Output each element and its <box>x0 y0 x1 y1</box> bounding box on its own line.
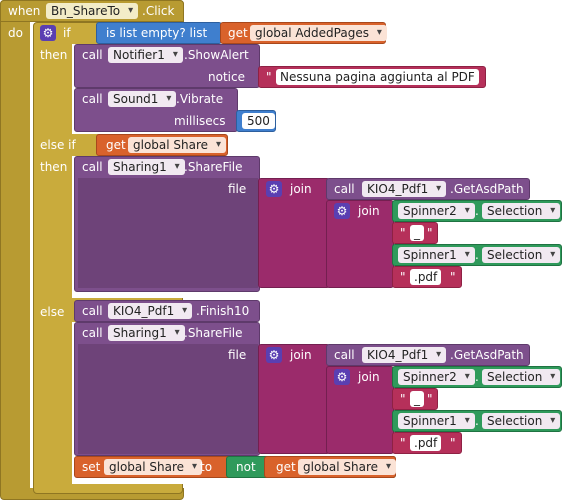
file-label: file <box>228 182 247 196</box>
selection-dropdown[interactable]: Selection <box>482 369 561 385</box>
ext-text[interactable]: .pdf <box>410 435 442 451</box>
call-label: call <box>82 326 103 340</box>
then-label-1: then <box>40 48 68 62</box>
join-label: join <box>290 182 312 196</box>
quote-open: " <box>400 436 406 450</box>
selection-dropdown[interactable]: Selection <box>482 203 561 219</box>
quote-close: " <box>450 436 456 450</box>
dot: . <box>475 248 479 262</box>
share-dropdown[interactable]: global Share <box>128 137 227 153</box>
spinner1-dropdown[interactable]: Spinner1 <box>398 247 475 263</box>
getasdpath-method: .GetAsdPath <box>450 348 524 362</box>
addedpages-dropdown[interactable]: global AddedPages <box>250 25 387 41</box>
kio-dropdown[interactable]: KIO4_Pdf1 <box>108 303 193 319</box>
when-label: when <box>8 4 41 18</box>
join-label: join <box>358 370 380 384</box>
ext-text[interactable]: .pdf <box>410 269 442 285</box>
finish-method: .Finish10 <box>196 304 250 318</box>
call-label: call <box>82 48 103 62</box>
call-label: call <box>82 160 103 174</box>
spinner1-dropdown[interactable]: Spinner1 <box>398 413 475 429</box>
component-dropdown[interactable]: Bn_ShareTo <box>46 3 139 19</box>
get-label: get <box>106 138 126 152</box>
event-name: .Click <box>142 4 175 18</box>
join-gear-icon[interactable]: ⚙ <box>266 347 282 363</box>
file-label: file <box>228 348 247 362</box>
sound-dropdown[interactable]: Sound1 <box>108 91 177 107</box>
sharefile-method: .ShareFile <box>184 326 243 340</box>
else-label: else <box>40 305 65 319</box>
sep-text[interactable]: _ <box>410 225 424 241</box>
kio-dropdown[interactable]: KIO4_Pdf1 <box>362 347 447 363</box>
millisecs-label: millisecs <box>174 114 226 128</box>
call-label: call <box>82 304 103 318</box>
not-label: not <box>236 460 256 474</box>
quote-open: " <box>266 70 272 84</box>
is-list-empty-label: is list empty? list <box>106 26 208 40</box>
quote-close: " <box>427 226 433 240</box>
dot: . <box>475 204 479 218</box>
notice-label: notice <box>208 70 245 84</box>
mutator-gear-icon[interactable]: ⚙ <box>40 25 56 41</box>
sep-text[interactable]: _ <box>410 391 424 407</box>
to-label: to <box>200 460 213 474</box>
get-label: get <box>228 26 248 40</box>
join-label: join <box>290 348 312 362</box>
quote-open: " <box>400 226 406 240</box>
dot: . <box>475 414 479 428</box>
sharing-dropdown[interactable]: Sharing1 <box>108 159 185 175</box>
set-label: set <box>82 460 101 474</box>
kio-dropdown[interactable]: KIO4_Pdf1 <box>362 181 447 197</box>
get-var-dropdown[interactable]: global Share <box>298 459 397 475</box>
getasdpath-method: .GetAsdPath <box>450 182 524 196</box>
showalert-method: .ShowAlert <box>184 48 249 62</box>
set-var-dropdown[interactable]: global Share <box>104 459 203 475</box>
vibrate-method: .Vibrate <box>176 92 224 106</box>
join-label: join <box>358 204 380 218</box>
do-label: do <box>8 26 23 40</box>
quote-close: " <box>450 270 456 284</box>
selection-dropdown[interactable]: Selection <box>482 413 561 429</box>
join-gear-icon[interactable]: ⚙ <box>334 203 350 219</box>
quote-close: " <box>427 392 433 406</box>
join-gear-icon[interactable]: ⚙ <box>334 369 350 385</box>
if-label: if <box>63 26 71 40</box>
elseif-label: else if <box>40 138 76 152</box>
quote-open: " <box>400 392 406 406</box>
notifier-dropdown[interactable]: Notifier1 <box>108 47 183 63</box>
quote-open: " <box>400 270 406 284</box>
sharefile-method: .ShareFile <box>184 160 243 174</box>
quote-close: " <box>473 70 479 84</box>
call-label: call <box>82 92 103 106</box>
spinner2-dropdown[interactable]: Spinner2 <box>398 203 475 219</box>
call-label: call <box>334 348 355 362</box>
get-label: get <box>276 460 296 474</box>
sharing-dropdown[interactable]: Sharing1 <box>108 325 185 341</box>
spinner2-dropdown[interactable]: Spinner2 <box>398 369 475 385</box>
selection-dropdown[interactable]: Selection <box>482 247 561 263</box>
notice-text[interactable]: Nessuna pagina aggiunta al PDF <box>276 69 479 85</box>
millisecs-value[interactable]: 500 <box>242 113 275 129</box>
then-label-2: then <box>40 160 68 174</box>
call-label: call <box>334 182 355 196</box>
join-gear-icon[interactable]: ⚙ <box>266 181 282 197</box>
dot: . <box>475 370 479 384</box>
